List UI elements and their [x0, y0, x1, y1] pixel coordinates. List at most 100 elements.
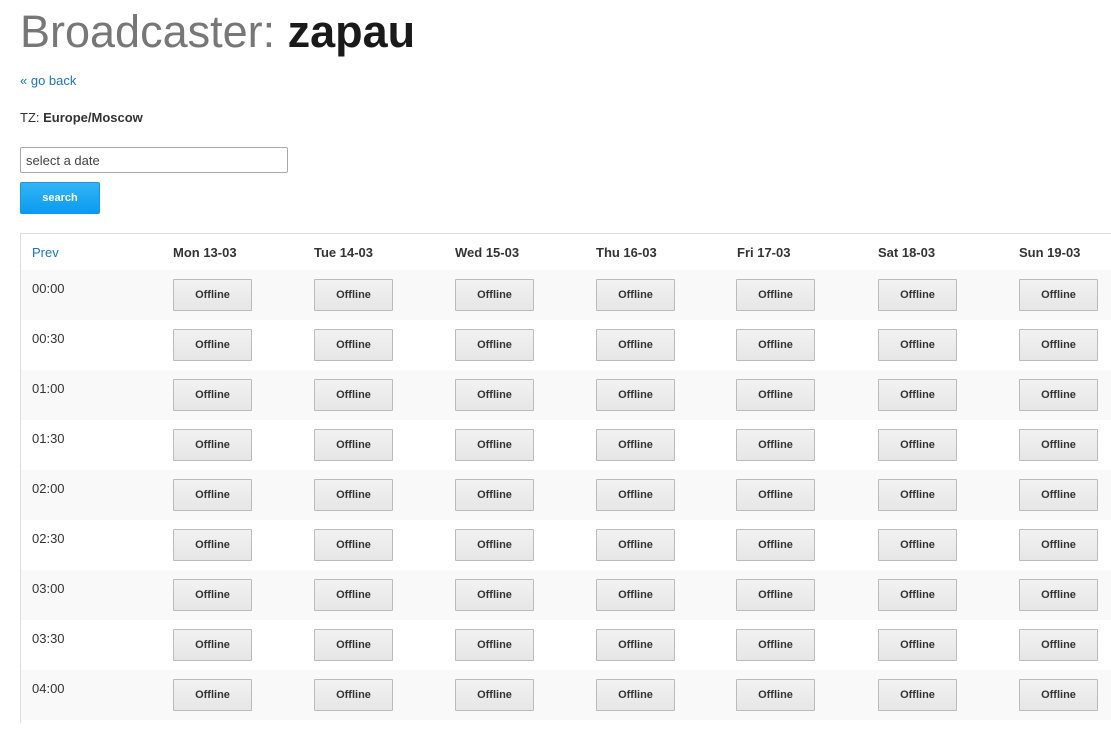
- slot-status-button[interactable]: Offline: [173, 629, 252, 661]
- search-button[interactable]: search: [20, 182, 100, 214]
- go-back-link[interactable]: « go back: [20, 73, 76, 89]
- time-label: 04:00: [32, 681, 65, 696]
- slot-status-button[interactable]: Offline: [455, 479, 534, 511]
- slot-status-button[interactable]: Offline: [455, 379, 534, 411]
- slot-status-button[interactable]: Offline: [173, 279, 252, 311]
- slot-status-button[interactable]: Offline: [173, 679, 252, 711]
- slot-status-button[interactable]: Offline: [314, 529, 393, 561]
- prev-week-link[interactable]: Prev: [32, 245, 59, 261]
- slot-status-button[interactable]: Offline: [1019, 379, 1098, 411]
- schedule-row: 03:30 Offline Offline Offline Offline Offline…: [21, 620, 1111, 670]
- schedule-table: Prev Mon 13-03 Tue 14-03 Wed 15-03 Thu 16-0…: [20, 233, 1111, 723]
- page: Broadcaster: zapau « go back TZ: Europe/…: [0, 0, 1111, 730]
- slot-status-button[interactable]: Offline: [314, 329, 393, 361]
- slot-status-button[interactable]: Offline: [878, 429, 957, 461]
- slot-status-button[interactable]: Offline: [736, 579, 815, 611]
- day-header: Tue 14-03: [314, 245, 374, 260]
- slot-status-button[interactable]: Offline: [455, 529, 534, 561]
- slot-status-button[interactable]: Offline: [596, 379, 675, 411]
- date-input[interactable]: [20, 147, 288, 173]
- schedule-row: 01:00 Offline Offline Offline Offline Offline…: [21, 370, 1111, 420]
- slot-status-button[interactable]: Offline: [878, 579, 957, 611]
- slot-status-button[interactable]: Offline: [596, 529, 675, 561]
- slot-status-button[interactable]: Offline: [455, 679, 534, 711]
- schedule-header-row: Prev Mon 13-03 Tue 14-03 Wed 15-03 Thu 16-0…: [21, 234, 1111, 270]
- page-title-prefix: Broadcaster:: [20, 6, 288, 57]
- day-header: Sun 19-03: [1019, 245, 1081, 260]
- day-header: Thu 16-03: [596, 245, 657, 260]
- slot-status-button[interactable]: Offline: [736, 479, 815, 511]
- slot-status-button[interactable]: Offline: [878, 479, 957, 511]
- day-header: Mon 13-03: [173, 245, 237, 260]
- slot-status-button[interactable]: Offline: [596, 479, 675, 511]
- schedule-row: 00:30 Offline Offline Offline Offline Offline…: [21, 320, 1111, 370]
- slot-status-button[interactable]: Offline: [1019, 429, 1098, 461]
- time-label: 00:00: [32, 281, 65, 296]
- slot-status-button[interactable]: Offline: [314, 279, 393, 311]
- time-label: 02:00: [32, 481, 65, 496]
- slot-status-button[interactable]: Offline: [596, 329, 675, 361]
- timezone-label: TZ:: [20, 110, 44, 125]
- slot-status-button[interactable]: Offline: [1019, 629, 1098, 661]
- page-title: Broadcaster: zapau: [20, 4, 415, 60]
- schedule-row: 02:00 Offline Offline Offline Offline Offline…: [21, 470, 1111, 520]
- time-label: 00:30: [32, 331, 65, 346]
- schedule-row: 04:00 Offline Offline Offline Offline Offline…: [21, 670, 1111, 720]
- day-header: Wed 15-03: [455, 245, 520, 260]
- slot-status-button[interactable]: Offline: [1019, 679, 1098, 711]
- schedule-row: 01:30 Offline Offline Offline Offline Offline…: [21, 420, 1111, 470]
- time-label: 03:00: [32, 581, 65, 596]
- slot-status-button[interactable]: Offline: [878, 529, 957, 561]
- slot-status-button[interactable]: Offline: [314, 479, 393, 511]
- slot-status-button[interactable]: Offline: [596, 629, 675, 661]
- day-header: Fri 17-03: [737, 245, 791, 260]
- schedule-row: 00:00 Offline Offline Offline Offline Offline…: [21, 270, 1111, 320]
- time-label: 01:30: [32, 431, 65, 446]
- slot-status-button[interactable]: Offline: [736, 329, 815, 361]
- slot-status-button[interactable]: Offline: [596, 279, 675, 311]
- slot-status-button[interactable]: Offline: [455, 279, 534, 311]
- slot-status-button[interactable]: Offline: [314, 379, 393, 411]
- slot-status-button[interactable]: Offline: [173, 529, 252, 561]
- slot-status-button[interactable]: Offline: [596, 579, 675, 611]
- slot-status-button[interactable]: Offline: [173, 429, 252, 461]
- slot-status-button[interactable]: Offline: [455, 629, 534, 661]
- slot-status-button[interactable]: Offline: [596, 679, 675, 711]
- slot-status-button[interactable]: Offline: [173, 579, 252, 611]
- slot-status-button[interactable]: Offline: [314, 579, 393, 611]
- slot-status-button[interactable]: Offline: [736, 529, 815, 561]
- timezone-info: TZ: Europe/Moscow: [20, 110, 143, 126]
- slot-status-button[interactable]: Offline: [173, 379, 252, 411]
- slot-status-button[interactable]: Offline: [878, 679, 957, 711]
- slot-status-button[interactable]: Offline: [736, 379, 815, 411]
- slot-status-button[interactable]: Offline: [736, 279, 815, 311]
- slot-status-button[interactable]: Offline: [878, 329, 957, 361]
- slot-status-button[interactable]: Offline: [1019, 579, 1098, 611]
- slot-status-button[interactable]: Offline: [1019, 279, 1098, 311]
- slot-status-button[interactable]: Offline: [878, 629, 957, 661]
- time-label: 03:30: [32, 631, 65, 646]
- schedule-row: 02:30 Offline Offline Offline Offline Offline…: [21, 520, 1111, 570]
- slot-status-button[interactable]: Offline: [736, 429, 815, 461]
- schedule-row: 03:00 Offline Offline Offline Offline Offline…: [21, 570, 1111, 620]
- slot-status-button[interactable]: Offline: [173, 329, 252, 361]
- slot-status-button[interactable]: Offline: [736, 629, 815, 661]
- slot-status-button[interactable]: Offline: [455, 579, 534, 611]
- slot-status-button[interactable]: Offline: [314, 629, 393, 661]
- slot-status-button[interactable]: Offline: [173, 479, 252, 511]
- slot-status-button[interactable]: Offline: [314, 429, 393, 461]
- slot-status-button[interactable]: Offline: [878, 279, 957, 311]
- slot-status-button[interactable]: Offline: [1019, 529, 1098, 561]
- slot-status-button[interactable]: Offline: [1019, 329, 1098, 361]
- slot-status-button[interactable]: Offline: [455, 329, 534, 361]
- slot-status-button[interactable]: Offline: [1019, 479, 1098, 511]
- slot-status-button[interactable]: Offline: [736, 679, 815, 711]
- timezone-value: Europe/Moscow: [43, 110, 143, 125]
- slot-status-button[interactable]: Offline: [878, 379, 957, 411]
- slot-status-button[interactable]: Offline: [596, 429, 675, 461]
- slot-status-button[interactable]: Offline: [314, 679, 393, 711]
- slot-status-button[interactable]: Offline: [455, 429, 534, 461]
- day-header: Sat 18-03: [878, 245, 936, 260]
- time-label: 02:30: [32, 531, 65, 546]
- time-label: 01:00: [32, 381, 65, 396]
